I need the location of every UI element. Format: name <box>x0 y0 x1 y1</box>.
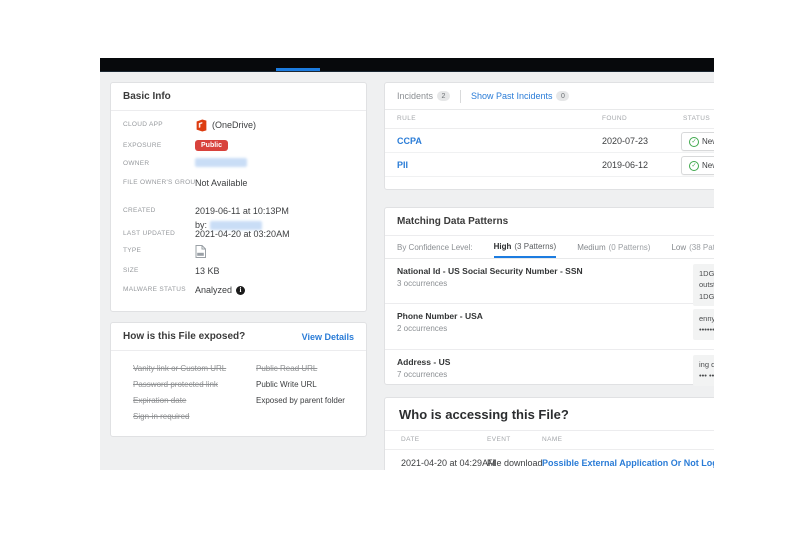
exposure-item-exposed-by-parent: Exposed by parent folder <box>256 397 345 405</box>
cloud-app-value: (OneDrive) <box>212 119 256 131</box>
field-size: SIZE 13 KB <box>123 265 360 277</box>
field-last-updated: LAST UPDATED 2021-04-20 at 03:20AM <box>123 228 360 240</box>
onedrive-app-icon <box>195 119 208 132</box>
tab-confidence-medium[interactable]: Medium (0 Patterns) <box>577 236 650 258</box>
column-header-date: DATE <box>401 436 419 443</box>
tab-show-past-incidents[interactable]: Show Past Incidents 0 <box>471 91 569 101</box>
file-access-card: Who is accessing this File? DATE EVENT N… <box>384 397 714 470</box>
check-circle-icon: ✓ <box>689 161 699 171</box>
divider <box>111 350 366 351</box>
rule-link-ccpa[interactable]: CCPA <box>397 136 422 146</box>
incidents-count-badge: 2 <box>437 91 450 101</box>
field-label: EXPOSURE <box>123 140 195 149</box>
check-circle-icon: ✓ <box>689 137 699 147</box>
access-date: 2021-04-20 at 04:29AM <box>401 458 496 468</box>
incidents-card: Incidents 2 Show Past Incidents 0 RULE F… <box>384 82 714 190</box>
pattern-snippet: ing d ••• •• <box>693 355 714 386</box>
column-header-rule: RULE <box>397 115 416 122</box>
tab-incidents[interactable]: Incidents 2 <box>397 91 450 101</box>
field-label: FILE OWNER'S GROUPS <box>123 177 195 186</box>
field-label: SIZE <box>123 265 195 274</box>
basic-info-card: Basic Info CLOUD APP (OneDrive) EXPOSURE… <box>110 82 367 312</box>
pattern-item-ssn: National Id - US Social Security Number … <box>385 259 714 304</box>
pattern-item-phone: Phone Number - USA 2 occurrences enny ••… <box>385 304 714 350</box>
created-date-value: 2019-06-11 at 10:13PM <box>195 206 289 216</box>
field-malware-status: MALWARE STATUS Analyzed i <box>123 284 360 296</box>
field-label: TYPE <box>123 245 195 254</box>
field-cloud-app: CLOUD APP (OneDrive) <box>123 119 360 132</box>
field-type: TYPE <box>123 245 360 258</box>
file-type-icon <box>195 245 206 258</box>
tab-confidence-low[interactable]: Low (38 Patterns) <box>671 236 714 258</box>
field-label: LAST UPDATED <box>123 228 195 237</box>
matching-data-patterns-card: Matching Data Patterns By Confidence Lev… <box>384 207 714 385</box>
confidence-filter-label: By Confidence Level: <box>397 243 473 252</box>
field-owner: OWNER <box>123 158 360 167</box>
exposure-item-vanity-link: Vanity link or Custom URL <box>133 365 226 373</box>
incident-found-date: 2019-06-12 <box>602 160 648 170</box>
column-header-status: STATUS <box>683 115 710 122</box>
field-file-owners-groups: FILE OWNER'S GROUPS Not Available <box>123 177 360 189</box>
incident-row: PII 2019-06-12 ✓ New <box>385 153 714 177</box>
divider <box>111 110 366 111</box>
field-label: CREATED <box>123 205 195 214</box>
exposure-item-password-link: Password protected link <box>133 381 226 389</box>
field-label: MALWARE STATUS <box>123 284 195 293</box>
status-dropdown-button[interactable]: ✓ New <box>681 156 714 175</box>
tab-separator <box>460 90 461 103</box>
exposure-public-badge: Public <box>195 140 228 151</box>
access-row: 2021-04-20 at 04:29AM File download Poss… <box>385 450 714 470</box>
redacted-owner-value <box>195 158 247 167</box>
incident-row: CCPA 2020-07-23 ✓ New <box>385 129 714 153</box>
last-updated-value: 2021-04-20 at 03:20AM <box>195 228 290 240</box>
tab-confidence-high[interactable]: High (3 Patterns) <box>494 236 557 258</box>
access-card-title: Who is accessing this File? <box>385 398 714 430</box>
info-icon[interactable]: i <box>236 286 245 295</box>
access-event: File download <box>487 458 543 468</box>
past-incidents-count-badge: 0 <box>556 91 569 101</box>
rule-link-pii[interactable]: PII <box>397 160 408 170</box>
exposure-item-public-write-url: Public Write URL <box>256 381 345 389</box>
column-header-name: NAME <box>542 436 562 443</box>
pattern-snippet: 1DG outst 1DG <box>693 264 714 306</box>
groups-value: Not Available <box>195 177 247 189</box>
basic-info-title: Basic Info <box>111 83 366 110</box>
status-dropdown-button[interactable]: ✓ New <box>681 132 714 151</box>
access-user-link[interactable]: Possible External Application Or Not Log… <box>542 458 714 468</box>
malware-status-value: Analyzed <box>195 284 232 296</box>
exposure-card-title: How is this File exposed? <box>123 331 245 342</box>
exposure-item-sign-in-required: Sign-in required <box>133 413 226 421</box>
window-top-bar <box>100 58 714 72</box>
file-exposure-card: How is this File exposed? View Details V… <box>110 322 367 437</box>
active-tab-indicator <box>276 68 320 71</box>
field-exposure: EXPOSURE Public <box>123 140 360 151</box>
pattern-snippet: enny ••••••• <box>693 309 714 340</box>
incident-found-date: 2020-07-23 <box>602 136 648 146</box>
column-header-found: FOUND <box>602 115 627 122</box>
field-label: OWNER <box>123 158 195 167</box>
patterns-card-title: Matching Data Patterns <box>385 208 714 235</box>
exposure-item-expiration-date: Expiration date <box>133 397 226 405</box>
column-header-event: EVENT <box>487 436 511 443</box>
view-details-link[interactable]: View Details <box>302 332 354 342</box>
exposure-item-public-read-url: Public Read URL <box>256 365 345 373</box>
file-details-page: Basic Info CLOUD APP (OneDrive) EXPOSURE… <box>100 72 714 470</box>
size-value: 13 KB <box>195 265 220 277</box>
field-label: CLOUD APP <box>123 119 195 128</box>
pattern-item-address: Address - US 7 occurrences ing d ••• •• <box>385 350 714 393</box>
